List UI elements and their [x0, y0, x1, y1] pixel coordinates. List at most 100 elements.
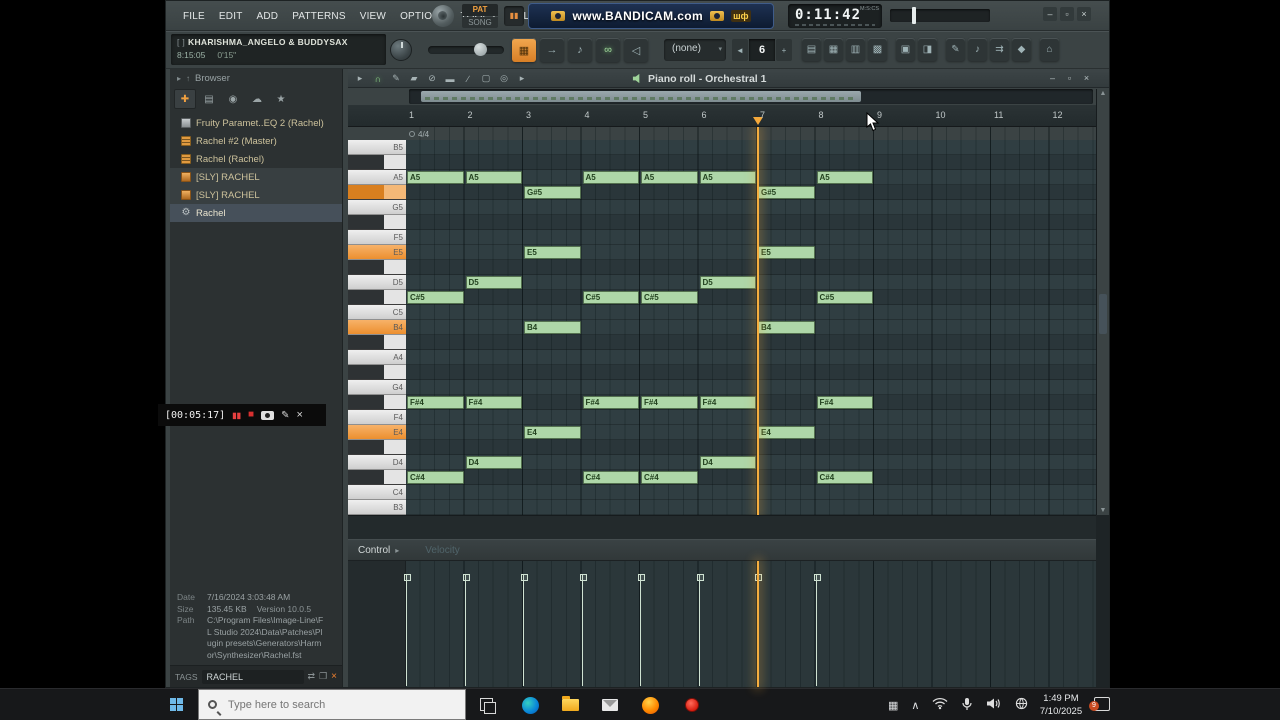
pause-button[interactable]: ▮▮	[504, 6, 524, 26]
piano-key-a5[interactable]: A5	[348, 170, 406, 185]
task-view-button[interactable]	[480, 698, 496, 714]
zoom-scrollbar[interactable]	[348, 515, 1096, 539]
wait-input-icon[interactable]: ♪	[568, 38, 592, 62]
piano-key-c5[interactable]: C5	[348, 305, 406, 320]
piano-key-b5[interactable]: B5	[348, 140, 406, 155]
playback-tool-icon[interactable]: ▸	[514, 71, 530, 86]
recorder-close-button[interactable]: ×	[296, 409, 302, 421]
midi-note-fs4[interactable]: F#4	[816, 396, 873, 409]
piano-key-e4[interactable]: E4	[348, 425, 406, 440]
tags-clear-icon[interactable]: ×	[331, 671, 337, 682]
file-explorer-icon[interactable]	[560, 695, 580, 715]
piano-key-b3[interactable]: B3	[348, 500, 406, 515]
recording-loop-icon[interactable]: ∞	[596, 38, 620, 62]
tags-input[interactable]: RACHEL	[201, 669, 304, 684]
timeline[interactable]: 1 2 3 4 5 6 7 8 9 10 11 12	[348, 105, 1096, 127]
snap-magnet-icon[interactable]: ∩	[370, 71, 386, 86]
step-sequencer-icon[interactable]: ▦	[824, 38, 843, 61]
piano-key-f4[interactable]: F4	[348, 410, 406, 425]
speaker-icon[interactable]	[986, 697, 1002, 713]
browser-toggle-icon[interactable]: ▣	[896, 38, 915, 61]
volume-slider-thumb[interactable]	[912, 7, 916, 24]
maximize-button[interactable]: ▫	[1060, 7, 1074, 21]
firefox-icon[interactable]	[640, 695, 660, 715]
mixer-icon[interactable]: ▩	[868, 38, 887, 61]
piano-key-gs4[interactable]	[348, 365, 406, 380]
browser-item[interactable]: ⚙ Rachel	[170, 204, 342, 222]
browser-item[interactable]: Rachel #2 (Master)	[170, 132, 342, 150]
spinner-increment-button[interactable]: +	[776, 39, 792, 61]
snap-icon[interactable]: ◉	[222, 89, 244, 109]
velocity-grid[interactable]	[404, 561, 1096, 687]
scroll-up-icon[interactable]: ▲	[1097, 90, 1109, 97]
midi-note-fs4[interactable]: F#4	[465, 396, 522, 409]
search-input[interactable]	[226, 697, 436, 712]
horizontal-scrollbar[interactable]	[409, 89, 1093, 104]
playlist-icon[interactable]: ▤	[802, 38, 821, 61]
velocity-handle[interactable]	[404, 574, 411, 686]
tags-sync-icon[interactable]: ⇄	[308, 671, 316, 682]
midi-note-cs5[interactable]: C#5	[582, 291, 639, 304]
menu-item-add[interactable]: ADD	[250, 11, 286, 22]
midi-note-d5[interactable]: D5	[699, 276, 756, 289]
midi-note-a5[interactable]: A5	[699, 171, 756, 184]
master-pitch-knob[interactable]	[390, 39, 412, 61]
song-mode-button[interactable]: SONG	[462, 17, 498, 28]
up-level-icon[interactable]: ↑	[186, 74, 190, 83]
midi-note-fs4[interactable]: F#4	[582, 396, 639, 409]
pr-close-icon[interactable]: ×	[1080, 71, 1093, 85]
shuffle-slider[interactable]	[428, 43, 504, 56]
fl-logo-icon[interactable]	[432, 5, 454, 27]
midi-note-e4[interactable]: E4	[758, 426, 815, 439]
midi-note-cs4[interactable]: C#4	[582, 471, 639, 484]
step-edit-icon[interactable]: →	[540, 38, 564, 62]
pr-menu-icon[interactable]: ▸	[352, 71, 368, 86]
recorder-draw-button[interactable]: ✎	[281, 410, 289, 421]
midi-note-fs4[interactable]: F#4	[407, 396, 464, 409]
browser-item[interactable]: [SLY] RACHEL	[170, 186, 342, 204]
piano-key-a4[interactable]: A4	[348, 350, 406, 365]
midi-note-fs4[interactable]: F#4	[699, 396, 756, 409]
pencil-tool-icon[interactable]: ✎	[388, 71, 404, 86]
bandicam-record-icon[interactable]	[682, 695, 702, 715]
midi-note-gs5[interactable]: G#5	[758, 186, 815, 199]
midi-note-b4[interactable]: B4	[524, 321, 581, 334]
midi-note-a5[interactable]: A5	[407, 171, 464, 184]
midi-note-d4[interactable]: D4	[465, 456, 522, 469]
piano-key-cs4[interactable]	[348, 470, 406, 485]
pr-minimize-icon[interactable]: –	[1046, 71, 1059, 85]
minimize-button[interactable]: –	[1043, 7, 1057, 21]
vertical-scrollbar-thumb[interactable]	[1099, 294, 1107, 334]
shuffle-slider-thumb[interactable]	[474, 43, 487, 56]
menu-item-edit[interactable]: EDIT	[212, 11, 250, 22]
file-icon[interactable]: ▤	[198, 89, 220, 109]
taskbar-clock[interactable]: 1:49 PM 7/10/2025	[1032, 692, 1090, 718]
collapse-icon[interactable]: ▸	[177, 74, 181, 83]
control-panel-header[interactable]: Control ▸ Velocity	[348, 539, 1096, 561]
piano-key-d5[interactable]: D5	[348, 275, 406, 290]
target-plus-icon[interactable]: ✚	[174, 89, 196, 109]
midi-note-d5[interactable]: D5	[465, 276, 522, 289]
midi-note-a5[interactable]: A5	[641, 171, 698, 184]
slice-tool-icon[interactable]: ∕	[460, 71, 476, 86]
pattern-mode-button[interactable]: PAT	[462, 4, 498, 16]
piano-key-ds5[interactable]	[348, 260, 406, 275]
pr-maximize-icon[interactable]: ▫	[1063, 71, 1076, 85]
tablet-mode-icon[interactable]: ▦	[888, 699, 898, 712]
select-tool-icon[interactable]: ▢	[478, 71, 494, 86]
start-button[interactable]	[170, 698, 184, 712]
browser-item[interactable]: [SLY] RACHEL	[170, 168, 342, 186]
piano-key-g5[interactable]: G5	[348, 200, 406, 215]
scrollbar-thumb[interactable]	[421, 91, 861, 102]
recorder-pause-button[interactable]: ▮▮	[232, 411, 241, 420]
velocity-handle[interactable]	[579, 574, 587, 686]
tools-menu-icon[interactable]: ◆	[1012, 38, 1031, 61]
metronome-icon[interactable]: ◁	[624, 38, 648, 62]
scroll-down-icon[interactable]: ▼	[1097, 507, 1109, 514]
hidden-icons-chevron[interactable]: ∧	[911, 699, 919, 712]
notification-center-icon[interactable]: 9	[1089, 697, 1110, 711]
piano-roll-icon[interactable]: ▥	[846, 38, 865, 61]
paint-tool-icon[interactable]: ▰	[406, 71, 422, 86]
star-icon[interactable]: ★	[270, 89, 292, 109]
plugin-picker-icon[interactable]: ◨	[918, 38, 937, 61]
